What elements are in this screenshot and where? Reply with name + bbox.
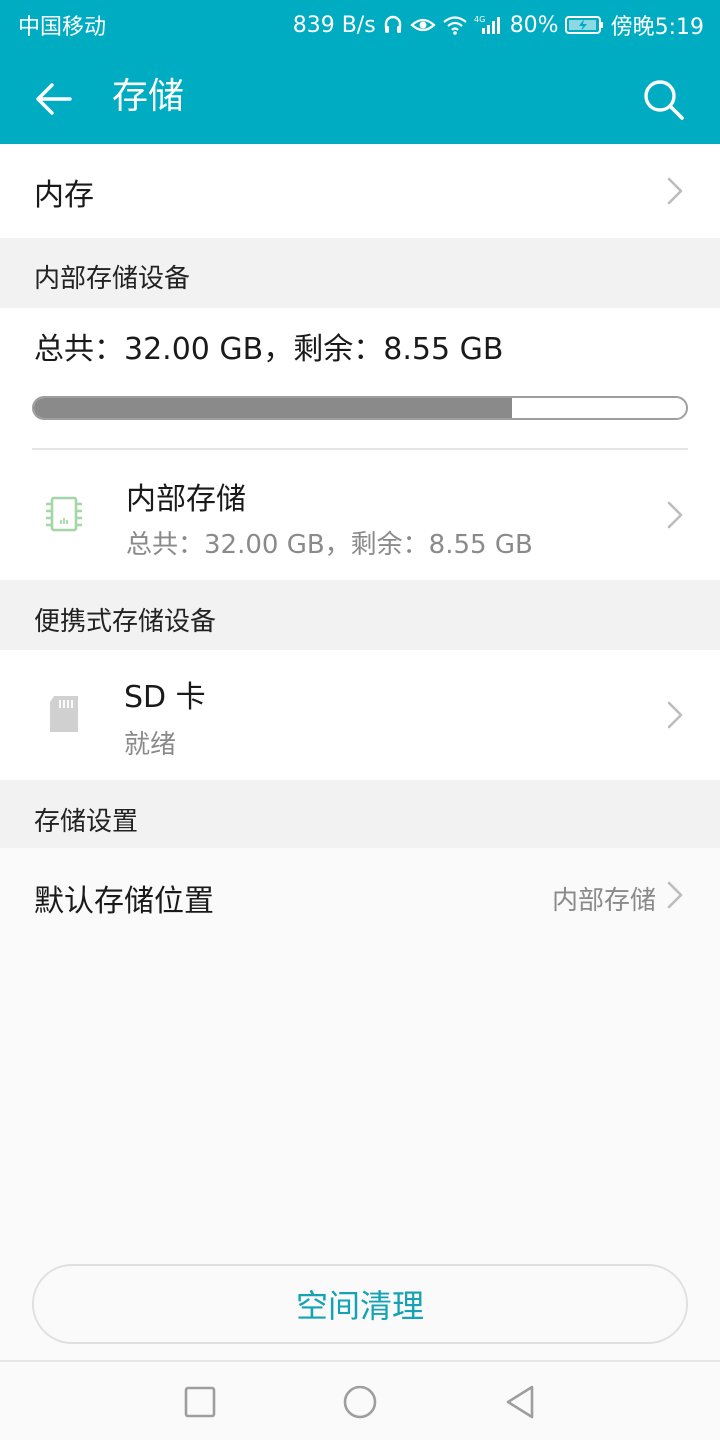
default-location-label: 默认存储位置 — [34, 884, 214, 919]
carrier-label: 中国移动 — [18, 15, 107, 40]
recent-apps-icon[interactable] — [180, 1382, 220, 1422]
default-location-row[interactable]: 默认存储位置 内部存储 — [0, 848, 720, 942]
chevron-right-icon — [667, 501, 683, 529]
page-title: 存储 — [112, 76, 185, 117]
internal-storage-item[interactable]: 内部存储 总共：32.00 GB，剩余：8.55 GB — [0, 450, 720, 580]
chevron-right-icon — [667, 881, 683, 909]
internal-storage-header: 内部存储设备 — [0, 238, 720, 308]
internal-storage-summary: 总共：32.00 GB，剩余：8.55 GB — [34, 332, 504, 367]
headset-icon — [382, 14, 404, 36]
sd-card-status: 就绪 — [124, 730, 177, 760]
sd-card-icon — [50, 696, 78, 732]
status-bar: 中国移动 839 B/s 4G 80% 傍晚5:19 — [0, 0, 720, 50]
internal-storage-title: 内部存储 — [126, 482, 246, 517]
space-cleanup-button[interactable]: 空间清理 — [32, 1264, 688, 1344]
search-icon — [644, 80, 684, 120]
internal-storage-subtitle: 总共：32.00 GB，剩余：8.55 GB — [126, 530, 533, 560]
battery-percent: 80% — [509, 12, 559, 38]
sd-card-title: SD 卡 — [124, 680, 206, 715]
chip-icon — [46, 496, 82, 532]
back-button[interactable] — [30, 74, 80, 124]
svg-text:4G: 4G — [474, 15, 485, 24]
storage-settings-header: 存储设置 — [0, 780, 720, 848]
memory-label: 内存 — [34, 178, 94, 213]
arrow-left-icon — [36, 83, 72, 115]
chevron-right-icon — [667, 701, 683, 729]
sd-card-item[interactable]: SD 卡 就绪 — [0, 650, 720, 780]
portable-storage-header: 便携式存储设备 — [0, 580, 720, 650]
back-nav-icon[interactable] — [500, 1382, 540, 1422]
clock: 傍晚5:19 — [610, 15, 704, 40]
4g-signal-icon: 4G — [474, 14, 504, 36]
home-icon[interactable] — [340, 1382, 380, 1422]
storage-usage-fill — [34, 398, 512, 418]
search-button[interactable] — [636, 72, 690, 126]
memory-row[interactable]: 内存 — [0, 144, 720, 238]
app-bar: 存储 — [0, 50, 720, 144]
network-speed: 839 B/s — [292, 12, 376, 38]
wifi-icon — [442, 14, 468, 36]
navigation-bar — [0, 1360, 720, 1440]
chevron-right-icon — [667, 177, 683, 205]
status-right: 839 B/s 4G 80% 傍晚5:19 — [293, 9, 704, 41]
storage-usage-bar — [32, 396, 688, 420]
default-location-value: 内部存储 — [551, 886, 656, 916]
eye-icon — [410, 14, 436, 36]
battery-charging-icon — [564, 14, 605, 36]
